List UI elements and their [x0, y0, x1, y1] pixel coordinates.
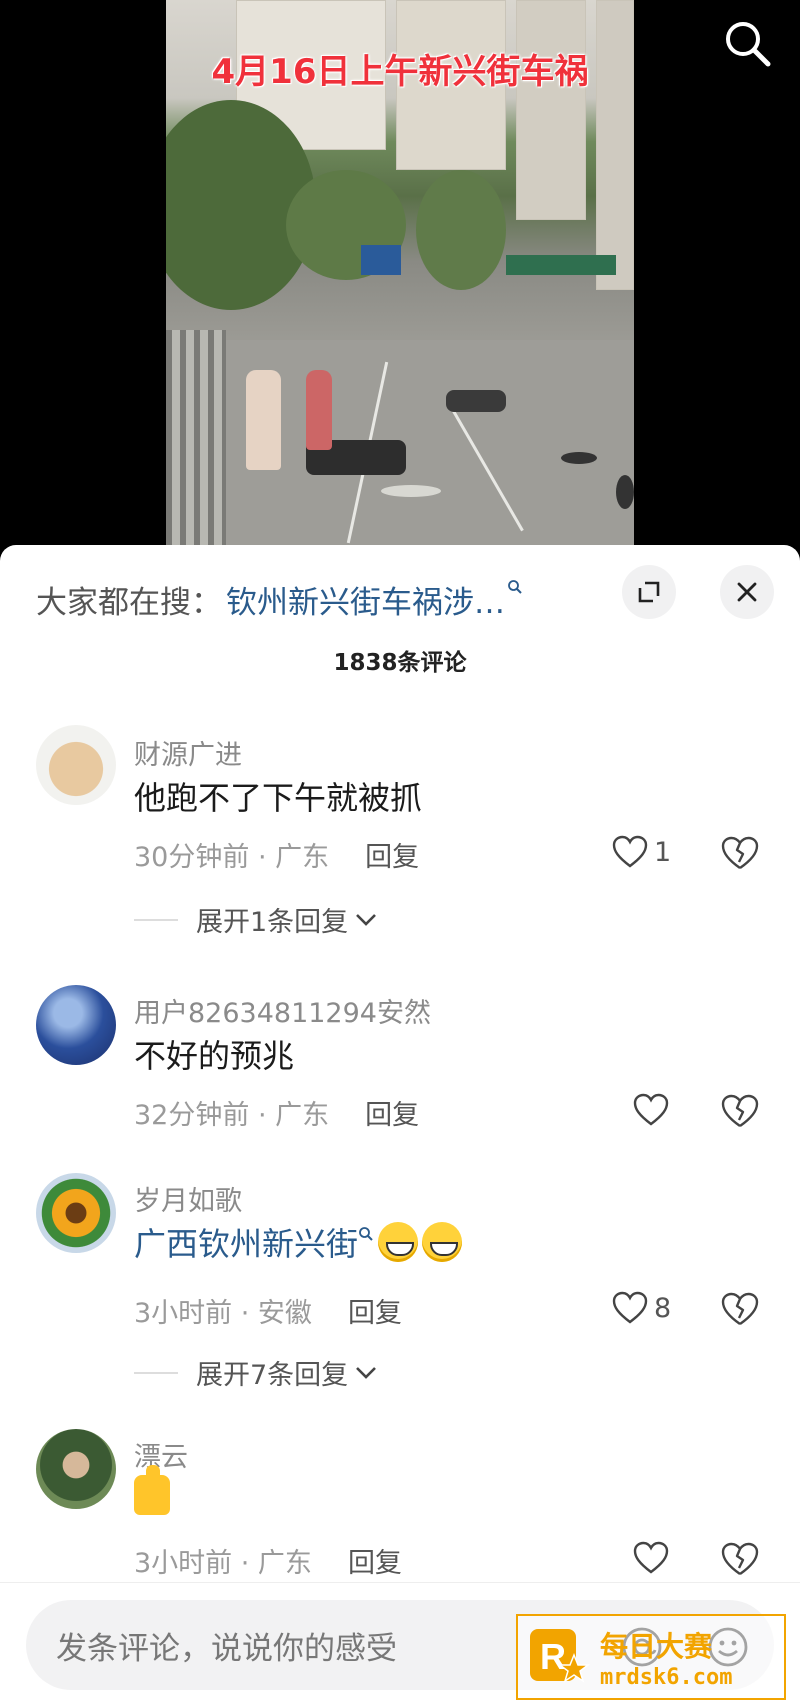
comment-username[interactable]: 财源广进 [134, 733, 242, 772]
expand-replies-label: 展开7条回复 [196, 1360, 349, 1391]
comment-time-location: 30分钟前 · 广东 [134, 842, 330, 873]
comment-text [134, 1465, 170, 1515]
comment-username[interactable]: 漂云 [134, 1435, 188, 1474]
trending-search-term[interactable]: 钦州新兴街车祸涉… [226, 577, 505, 622]
comment-meta: 32分钟前 · 广东 回复 [134, 1093, 419, 1132]
search-small-icon [359, 1227, 373, 1241]
search-small-icon [507, 579, 523, 600]
like-button[interactable]: 1 [612, 835, 671, 869]
comment-search-link[interactable]: 广西钦州新兴街 [134, 1219, 358, 1265]
fence [166, 330, 226, 545]
video-caption: 4月16日上午新兴街车祸 [211, 52, 589, 92]
chevron-down-icon [356, 913, 377, 926]
tree [416, 170, 506, 290]
person [306, 370, 332, 450]
heart-icon [633, 1093, 669, 1126]
avatar[interactable] [36, 725, 116, 805]
comment-meta: 3小时前 · 广东 回复 [134, 1541, 402, 1580]
grin-emoji-icon [422, 1222, 463, 1262]
broken-heart-icon[interactable] [720, 1093, 760, 1133]
reply-button[interactable]: 回复 [348, 1291, 402, 1330]
comment-input-placeholder: 发条评论，说说你的感受 [56, 1630, 397, 1667]
heart-icon [633, 1541, 669, 1574]
motorbike [446, 390, 506, 412]
like-button[interactable]: 8 [612, 1291, 671, 1325]
road-sign [361, 245, 401, 275]
reply-button[interactable]: 回复 [365, 835, 419, 874]
avatar[interactable] [36, 1173, 116, 1253]
comment-text: 不好的预兆 [134, 1037, 295, 1075]
search-icon[interactable] [718, 14, 778, 74]
watermark-url: mrdsk6.com [600, 1664, 733, 1690]
divider [134, 1371, 178, 1374]
avatar[interactable] [36, 1429, 116, 1509]
trending-search-prefix: 大家都在搜： [36, 584, 222, 621]
like-button[interactable] [633, 1093, 675, 1127]
comment-text: 他跑不了下午就被抓 [134, 779, 423, 817]
trending-search[interactable]: 大家都在搜： 钦州新兴街车祸涉… [36, 575, 523, 623]
thumbs-up-emoji-icon [134, 1465, 170, 1515]
chevron-down-icon [356, 1366, 377, 1379]
broken-heart-icon[interactable] [720, 1541, 760, 1581]
expand-icon[interactable] [622, 565, 676, 619]
broken-heart-icon[interactable] [720, 835, 760, 875]
heart-icon [612, 1291, 648, 1324]
divider [134, 918, 178, 921]
like-button[interactable] [633, 1541, 669, 1575]
heart-icon [612, 835, 648, 868]
comment-time-location: 3小时前 · 安徽 [134, 1298, 312, 1329]
reply-button[interactable]: 回复 [365, 1093, 419, 1132]
watermark-logo-icon: R [526, 1625, 591, 1689]
comment-meta: 30分钟前 · 广东 回复 [134, 835, 419, 874]
comment-text: 广西钦州新兴街 [134, 1219, 463, 1265]
close-icon[interactable] [720, 565, 774, 619]
building [516, 0, 586, 220]
grin-emoji-icon [378, 1222, 419, 1262]
reply-button[interactable]: 回复 [348, 1541, 402, 1580]
comment-item: 岁月如歌 广西钦州新兴街 3小时前 · 安徽 回复 8 展开7条回复 [0, 1173, 800, 1413]
street-sign [506, 255, 616, 275]
debris [561, 452, 597, 464]
video-player[interactable]: 4月16日上午新兴街车祸 [0, 0, 800, 560]
expand-replies-button[interactable]: 展开1条回复 [134, 900, 378, 939]
person [246, 370, 281, 470]
comment-meta: 3小时前 · 安徽 回复 [134, 1291, 402, 1330]
comment-username[interactable]: 岁月如歌 [134, 1179, 242, 1218]
broken-heart-icon[interactable] [720, 1291, 760, 1331]
comment-sheet: 大家都在搜： 钦州新兴街车祸涉… 1838条评论 财源广进 他跑不了下午就被抓 … [0, 545, 800, 1707]
comment-username[interactable]: 用户82634811294安然 [134, 991, 431, 1030]
comment-item: 漂云 3小时前 · 广东 回复 [0, 1429, 800, 1589]
comment-time-location: 3小时前 · 广东 [134, 1548, 312, 1579]
like-count: 8 [654, 1292, 672, 1324]
comment-item: 财源广进 他跑不了下午就被抓 30分钟前 · 广东 回复 1 展开1条回复 [0, 725, 800, 965]
debris [381, 485, 441, 497]
comment-count: 1838条评论 [333, 650, 467, 676]
svg-text:R: R [540, 1636, 566, 1677]
expand-replies-label: 展开1条回复 [196, 907, 349, 938]
watermark-title: 每日大赛 [600, 1629, 713, 1663]
watermark: R 每日大赛 mrdsk6.com [516, 1614, 786, 1700]
video-frame[interactable]: 4月16日上午新兴街车祸 [166, 0, 634, 545]
like-count: 1 [654, 836, 672, 868]
avatar[interactable] [36, 985, 116, 1065]
debris [616, 475, 634, 509]
comment-time-location: 32分钟前 · 广东 [134, 1100, 330, 1131]
expand-replies-button[interactable]: 展开7条回复 [134, 1353, 378, 1392]
comment-item: 用户82634811294安然 不好的预兆 32分钟前 · 广东 回复 [0, 985, 800, 1155]
